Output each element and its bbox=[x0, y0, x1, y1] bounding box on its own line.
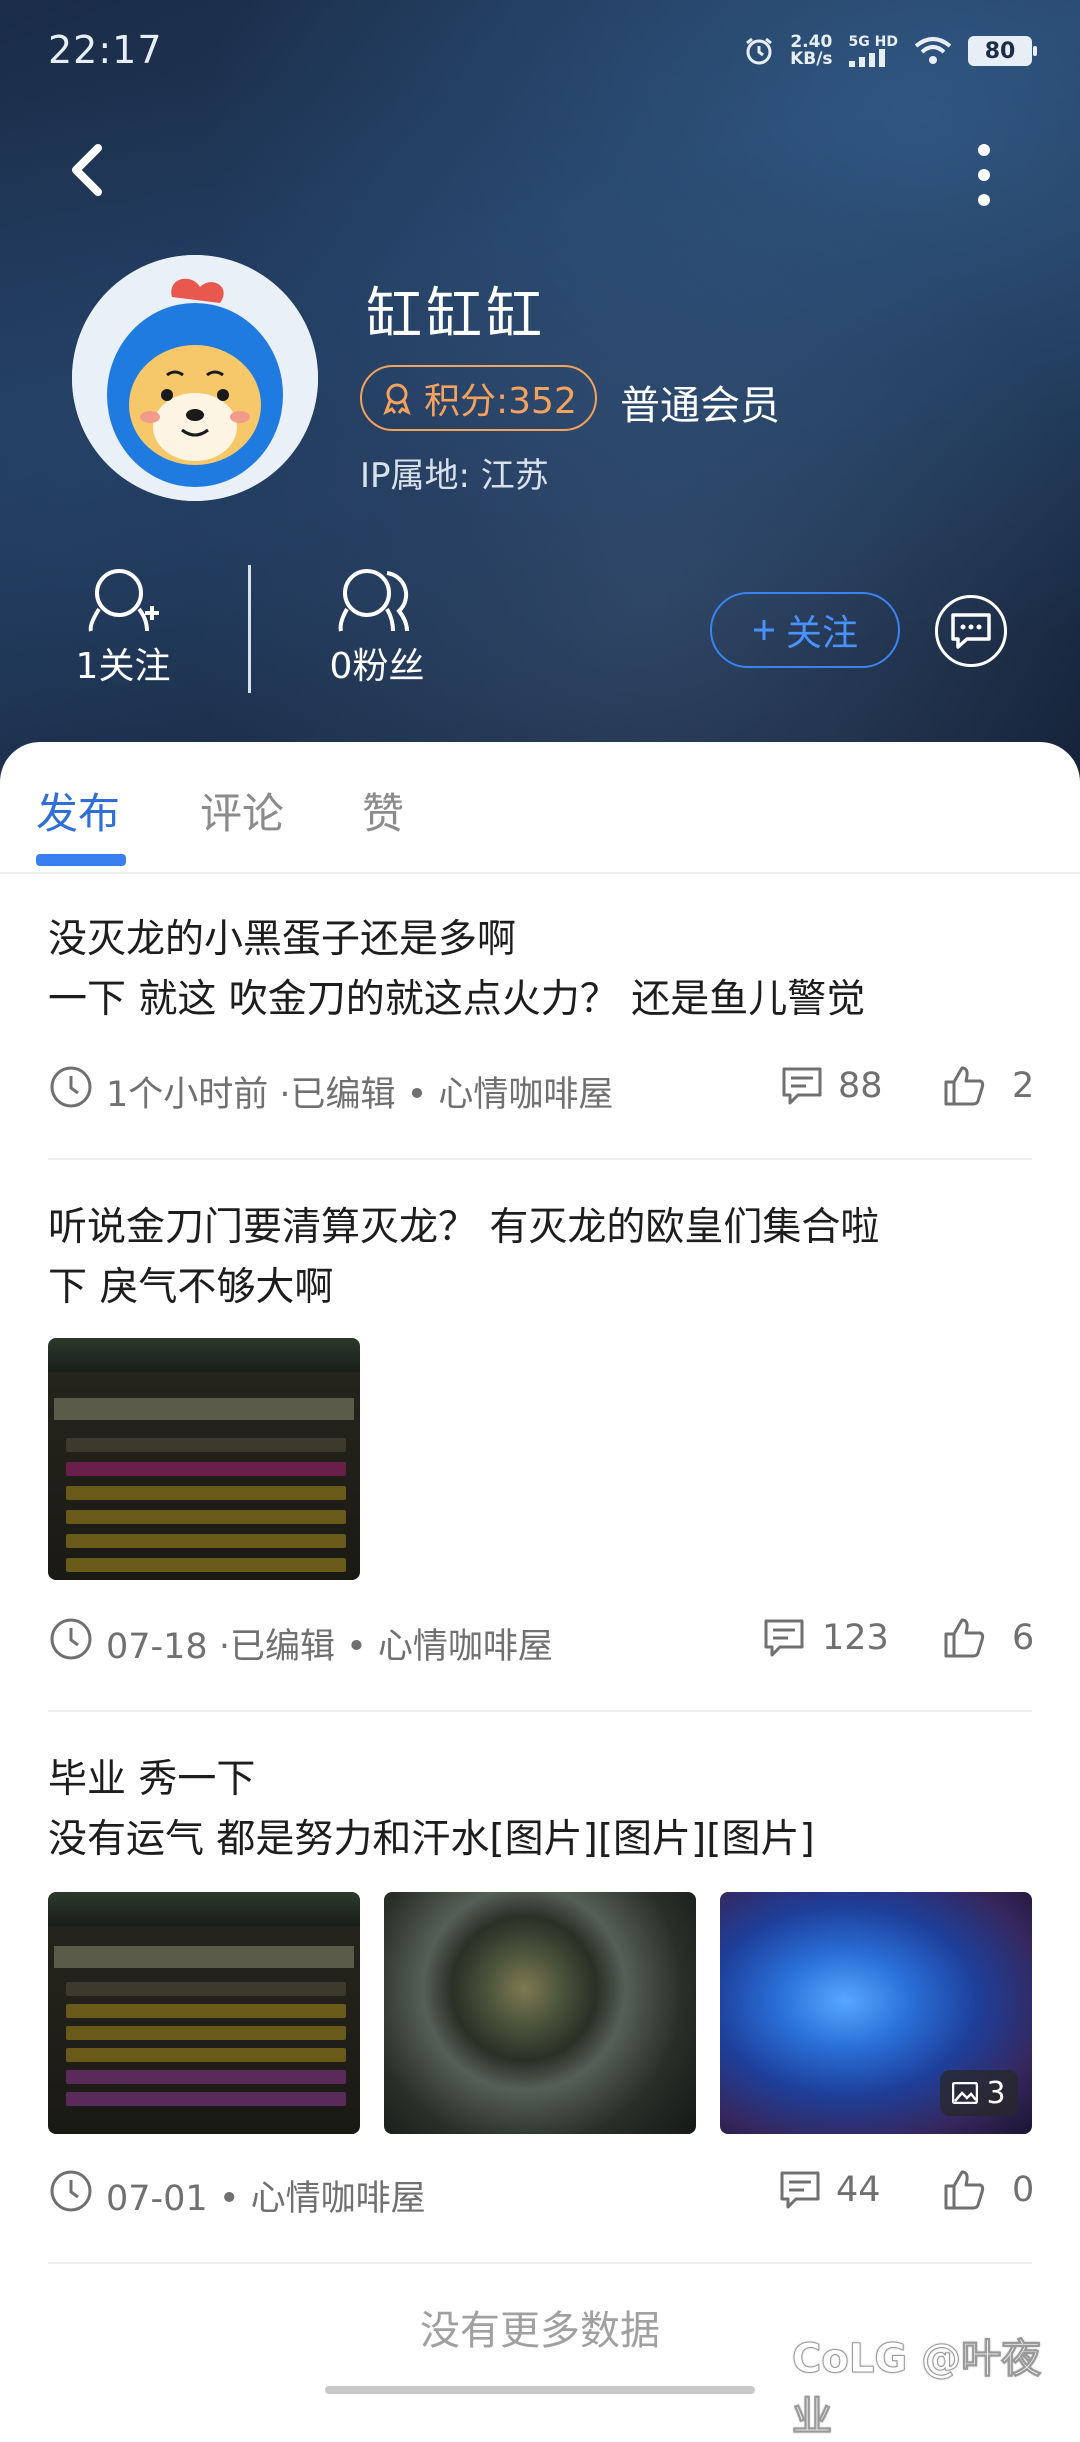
post-meta: 07-18 ·已编辑 • 心情咖啡屋 123 6 bbox=[48, 1610, 1035, 1670]
thumb-up-icon[interactable] bbox=[942, 1616, 986, 1660]
thumb-up-icon[interactable] bbox=[942, 2168, 986, 2212]
wifi-icon bbox=[914, 37, 952, 64]
tab-posts[interactable]: 发布 bbox=[36, 780, 120, 841]
more-vertical-icon bbox=[978, 144, 990, 206]
comment-icon[interactable] bbox=[780, 1064, 824, 1108]
comment-icon[interactable] bbox=[778, 2168, 822, 2212]
like-count: 6 bbox=[1012, 1618, 1035, 1658]
status-bar: 22:17 2.40 KB/s 5G HD 80 bbox=[48, 28, 1037, 76]
post-image[interactable] bbox=[384, 1892, 696, 2134]
followers-stat[interactable]: 0粉丝 bbox=[302, 565, 452, 689]
chevron-left-icon bbox=[72, 144, 102, 196]
status-time: 22:17 bbox=[48, 28, 163, 72]
post-item[interactable]: 毕业 秀一下 没有运气 都是努力和汗水[图片][图片][图片] bbox=[48, 1750, 1032, 1870]
post-meta-text: 07-01 • 心情咖啡屋 bbox=[106, 2179, 426, 2219]
post-meta: 07-01 • 心情咖啡屋 44 0 bbox=[48, 2162, 1035, 2222]
post-divider bbox=[48, 1710, 1032, 1712]
image-icon bbox=[952, 2082, 979, 2104]
message-button[interactable] bbox=[935, 595, 1007, 667]
comment-count: 88 bbox=[838, 1066, 883, 1106]
like-count: 2 bbox=[1012, 1066, 1035, 1106]
post-item[interactable]: 听说金刀门要清算灭龙？ 有灭龙的欧皇们集合啦 下 戾气不够大啊 bbox=[48, 1198, 1032, 1318]
post-meta: 1个小时前 ·已编辑 • 心情咖啡屋 88 2 bbox=[48, 1058, 1035, 1118]
comment-count: 44 bbox=[836, 2170, 881, 2210]
follow-button-label: 关注 bbox=[785, 613, 858, 654]
points-badge[interactable]: 积分:352 bbox=[360, 365, 597, 431]
tab-likes[interactable]: 赞 bbox=[362, 780, 404, 841]
chat-bubble-icon bbox=[951, 613, 991, 649]
follow-button[interactable]: 关注 bbox=[710, 592, 900, 668]
users-icon bbox=[338, 569, 409, 632]
watermark: CoLG @叶夜业 bbox=[792, 2336, 1042, 2441]
user-add-icon bbox=[88, 569, 159, 632]
alarm-icon bbox=[746, 37, 773, 65]
clock-icon bbox=[50, 1618, 92, 1660]
post-title: 毕业 秀一下 bbox=[48, 1757, 256, 1802]
avatar-mascot-icon bbox=[72, 255, 318, 501]
net-speed: 2.40 KB/s bbox=[790, 32, 833, 69]
comment-count: 123 bbox=[822, 1618, 889, 1658]
medal-icon bbox=[383, 383, 411, 415]
followers-count: 0粉丝 bbox=[329, 646, 425, 687]
post-title: 听说金刀门要清算灭龙？ 有灭龙的欧皇们集合啦 bbox=[48, 1205, 880, 1250]
tab-indicator bbox=[36, 854, 126, 866]
post-body: 下 戾气不够大啊 bbox=[48, 1265, 334, 1310]
following-stat[interactable]: 1关注 bbox=[48, 565, 198, 689]
avatar[interactable] bbox=[72, 255, 318, 501]
member-level: 普通会员 bbox=[620, 383, 780, 429]
more-options-button[interactable] bbox=[960, 140, 1008, 210]
post-meta-text: 07-18 ·已编辑 • 心情咖啡屋 bbox=[106, 1627, 553, 1667]
stats-divider bbox=[248, 565, 251, 693]
thumb-up-icon[interactable] bbox=[942, 1064, 986, 1108]
plus-icon bbox=[753, 620, 774, 640]
post-title: 没灭龙的小黑蛋子还是多啊 bbox=[48, 917, 517, 962]
post-meta-text: 1个小时前 ·已编辑 • 心情咖啡屋 bbox=[106, 1075, 614, 1115]
post-image[interactable] bbox=[48, 1338, 360, 1580]
like-count: 0 bbox=[1012, 2170, 1035, 2210]
following-count: 1关注 bbox=[75, 646, 171, 687]
home-indicator[interactable] bbox=[325, 2386, 755, 2394]
post-divider bbox=[48, 2262, 1032, 2264]
points-label: 积分:352 bbox=[424, 381, 577, 422]
post-image[interactable] bbox=[48, 1892, 360, 2134]
image-count-badge: 3 bbox=[940, 2070, 1018, 2116]
comment-icon[interactable] bbox=[762, 1616, 806, 1660]
back-button[interactable] bbox=[60, 140, 120, 200]
clock-icon bbox=[50, 2170, 92, 2212]
ip-location: IP属地: 江苏 bbox=[360, 456, 549, 496]
clock-icon bbox=[50, 1066, 92, 1108]
post-body: 没有运气 都是努力和汗水[图片][图片][图片] bbox=[48, 1817, 815, 1862]
network-type: 5G HD bbox=[848, 34, 898, 50]
post-image[interactable]: 3 bbox=[720, 1892, 1032, 2134]
post-body: 一下 就这 吹金刀的就这点火力？ 还是鱼儿警觉 bbox=[48, 977, 866, 1022]
post-divider bbox=[48, 1158, 1032, 1160]
battery-indicator: 80 bbox=[968, 36, 1037, 66]
signal-icon bbox=[848, 49, 885, 67]
username: 缸缸缸 bbox=[366, 283, 546, 348]
post-item[interactable]: 没灭龙的小黑蛋子还是多啊 一下 就这 吹金刀的就这点火力？ 还是鱼儿警觉 bbox=[48, 910, 1032, 1030]
tab-bar: 发布 评论 赞 bbox=[0, 742, 1080, 874]
tab-comments[interactable]: 评论 bbox=[200, 780, 284, 841]
